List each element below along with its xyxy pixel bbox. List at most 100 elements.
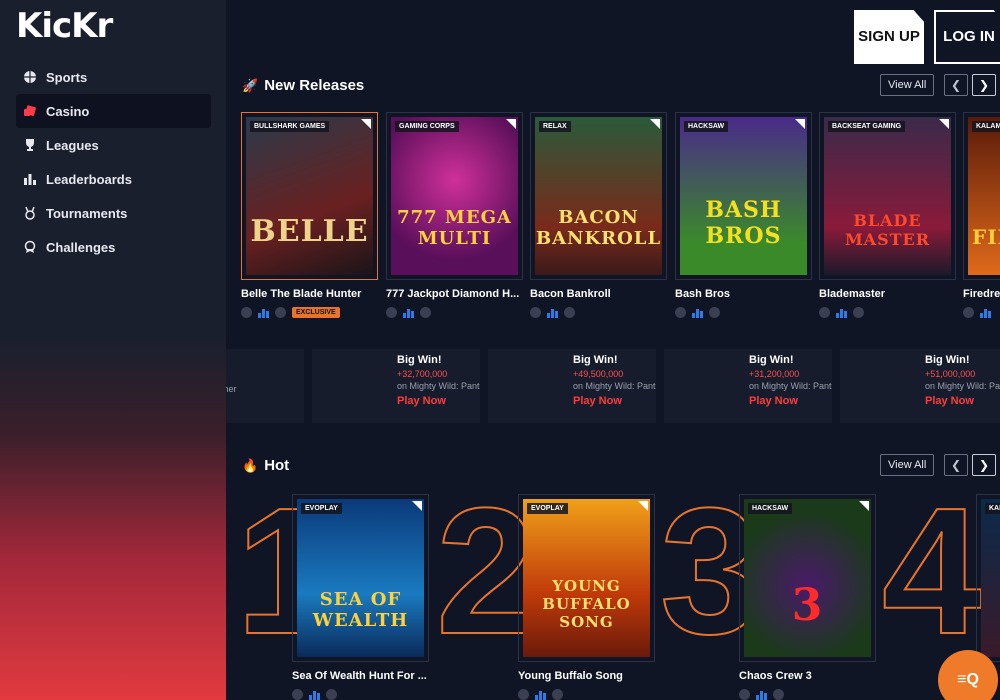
bar-chart-icon (22, 171, 38, 187)
medal-icon (22, 205, 38, 221)
game-card[interactable]: HACKSAW BASH BROS Bash Bros (675, 112, 812, 319)
game-name[interactable]: Young Buffalo Song (518, 670, 655, 682)
chevron-left-icon: ❮ (950, 458, 962, 472)
play-now-link[interactable]: Play Now (573, 395, 656, 407)
game-thumbnail[interactable]: GAMING CORPS 777 MEGA MULTI (386, 112, 523, 280)
casino-dice-icon (22, 103, 38, 119)
game-meta (675, 305, 812, 319)
info-icon (420, 306, 431, 318)
sidebar-item-leaderboards[interactable]: Leaderboards (16, 162, 211, 196)
game-card[interactable]: BACKSEAT GAMING BLADE MASTER Blademaster (819, 112, 956, 319)
sidebar-item-challenges[interactable]: Challenges (16, 230, 211, 264)
game-thumbnail[interactable]: KALAM FIR (963, 112, 1000, 280)
sidebar-item-label: Tournaments (46, 205, 128, 221)
big-win-amount: +49,500,000 (573, 369, 624, 379)
game-name[interactable]: Belle The Blade Hunter (241, 288, 378, 300)
game-name[interactable]: Sea Of Wealth Hunt For ... (292, 670, 429, 682)
game-meta (292, 687, 429, 700)
game-card[interactable]: GAMING CORPS 777 MEGA MULTI 777 Jackpot … (386, 112, 523, 319)
new-releases-prev-button[interactable]: ❮ (944, 74, 968, 96)
big-win-card[interactable]: Big Win! +31,200,000 on Mighty Wild: Pan… (664, 349, 832, 423)
game-art-title: SEA OF WEALTH (312, 589, 409, 631)
provider-label: KALAM (972, 121, 1000, 132)
corner-flag-icon (859, 501, 869, 511)
sign-up-button[interactable]: SIGN UP (854, 10, 924, 64)
game-name[interactable]: Chaos Crew 3 (739, 670, 876, 682)
game-card[interactable]: RELAX BACON BANKROLL Bacon Bankroll (530, 112, 667, 319)
new-releases-heading: 🚀 New Releases (242, 77, 364, 94)
exclusive-badge: EXCLUSIVE (292, 306, 340, 318)
game-art-title: YOUNG BUFFALO SONG (542, 577, 631, 631)
game-thumbnail[interactable]: BULLSHARK GAMES BELLE (241, 112, 378, 280)
info-icon (552, 688, 563, 700)
hot-game-card[interactable]: EVOPLAY YOUNG BUFFALO SONG Young Buffalo… (518, 494, 655, 700)
game-art-title: FIR (972, 225, 1000, 249)
sidebar-item-casino[interactable]: Casino (16, 94, 211, 128)
play-now-link[interactable]: Play Now (925, 395, 1000, 407)
app: KicKr Sports Casino Leagues Leaderboards… (0, 0, 1000, 700)
chevron-right-icon: ❯ (978, 458, 990, 472)
game-art-title: BLADE MASTER (844, 211, 931, 249)
game-name[interactable]: Firedre (963, 288, 1000, 300)
sidebar-item-label: Sports (46, 69, 88, 85)
game-thumbnail[interactable]: HACKSAW BASH BROS (675, 112, 812, 280)
section-title: New Releases (264, 77, 365, 94)
provider-icon (963, 306, 974, 318)
info-icon (773, 688, 784, 700)
log-in-button[interactable]: LOG IN (934, 10, 1000, 64)
big-win-title: Big Win! (925, 354, 970, 366)
provider-label: HACKSAW (748, 503, 793, 514)
info-icon (564, 306, 575, 318)
game-thumbnail[interactable]: BACKSEAT GAMING BLADE MASTER (819, 112, 956, 280)
game-name[interactable]: Bash Bros (675, 288, 812, 300)
play-now-link[interactable]: Play Now (397, 395, 480, 407)
main-content: SIGN UP LOG IN 🚀 New Releases View All ❮… (226, 0, 1000, 700)
game-card[interactable]: KALAM FIR Firedre (963, 112, 1000, 319)
game-thumbnail[interactable]: RELAX BACON BANKROLL (530, 112, 667, 280)
sidebar-item-label: Casino (46, 103, 90, 119)
volatility-bars-icon (309, 689, 320, 700)
game-meta (518, 687, 655, 700)
big-win-title: Big Win! (573, 354, 618, 366)
big-win-card[interactable]: Big Win! +51,000,000 on Mighty Wild: Pan… (840, 349, 1000, 423)
sidebar-item-leagues[interactable]: Leagues (16, 128, 211, 162)
game-name[interactable]: 777 Jackpot Diamond H... (386, 288, 523, 300)
provider-icon (819, 306, 830, 318)
provider-icon (386, 306, 397, 318)
big-win-card[interactable]: Big Win! +32,700,000 on Mighty Wild: Pan… (312, 349, 480, 423)
game-thumbnail[interactable]: EVOPLAY SEA OF WEALTH (292, 494, 429, 662)
big-win-card[interactable]: Big Win! +49,500,000 on Mighty Wild: Pan… (488, 349, 656, 423)
provider-label: HACKSAW (684, 121, 729, 132)
sidebar-item-tournaments[interactable]: Tournaments (16, 196, 211, 230)
volatility-bars-icon (756, 689, 767, 700)
new-releases-next-button[interactable]: ❯ (972, 74, 996, 96)
game-name[interactable]: Bacon Bankroll (530, 288, 667, 300)
provider-label: EVOPLAY (527, 503, 568, 514)
provider-icon (518, 688, 529, 700)
big-win-amount: +31,200,000 (749, 369, 800, 379)
game-card[interactable]: BULLSHARK GAMES BELLE Belle The Blade Hu… (241, 112, 378, 319)
rocket-icon: 🚀 (242, 77, 259, 93)
trophy-icon (22, 137, 38, 153)
provider-icon (292, 688, 303, 700)
chevron-right-icon: ❯ (978, 78, 990, 92)
logo[interactable]: KicKr (16, 6, 113, 46)
game-thumbnail[interactable]: EVOPLAY YOUNG BUFFALO SONG (518, 494, 655, 662)
corner-flag-icon (795, 119, 805, 129)
volatility-bars-icon (980, 307, 991, 318)
game-thumbnail[interactable]: KAL (976, 494, 1000, 662)
hot-game-card[interactable]: EVOPLAY SEA OF WEALTH Sea Of Wealth Hunt… (292, 494, 429, 700)
game-name[interactable]: Blademaster (819, 288, 956, 300)
volatility-bars-icon (547, 307, 558, 318)
provider-icon (530, 306, 541, 318)
play-now-link[interactable]: Play Now (749, 395, 832, 407)
corner-flag-icon (638, 501, 648, 511)
sidebar-item-sports[interactable]: Sports (16, 60, 211, 94)
game-thumbnail[interactable]: HACKSAW 3 (739, 494, 876, 662)
search-menu-icon: ≡Q (957, 671, 979, 688)
new-releases-view-all-button[interactable]: View All (880, 74, 935, 96)
sidebar-item-label: Leaderboards (46, 171, 132, 187)
hot-game-card[interactable]: HACKSAW 3 Chaos Crew 3 (739, 494, 876, 700)
hot-game-card[interactable]: KAL (976, 494, 1000, 662)
big-win-card[interactable]: ther (226, 349, 304, 423)
